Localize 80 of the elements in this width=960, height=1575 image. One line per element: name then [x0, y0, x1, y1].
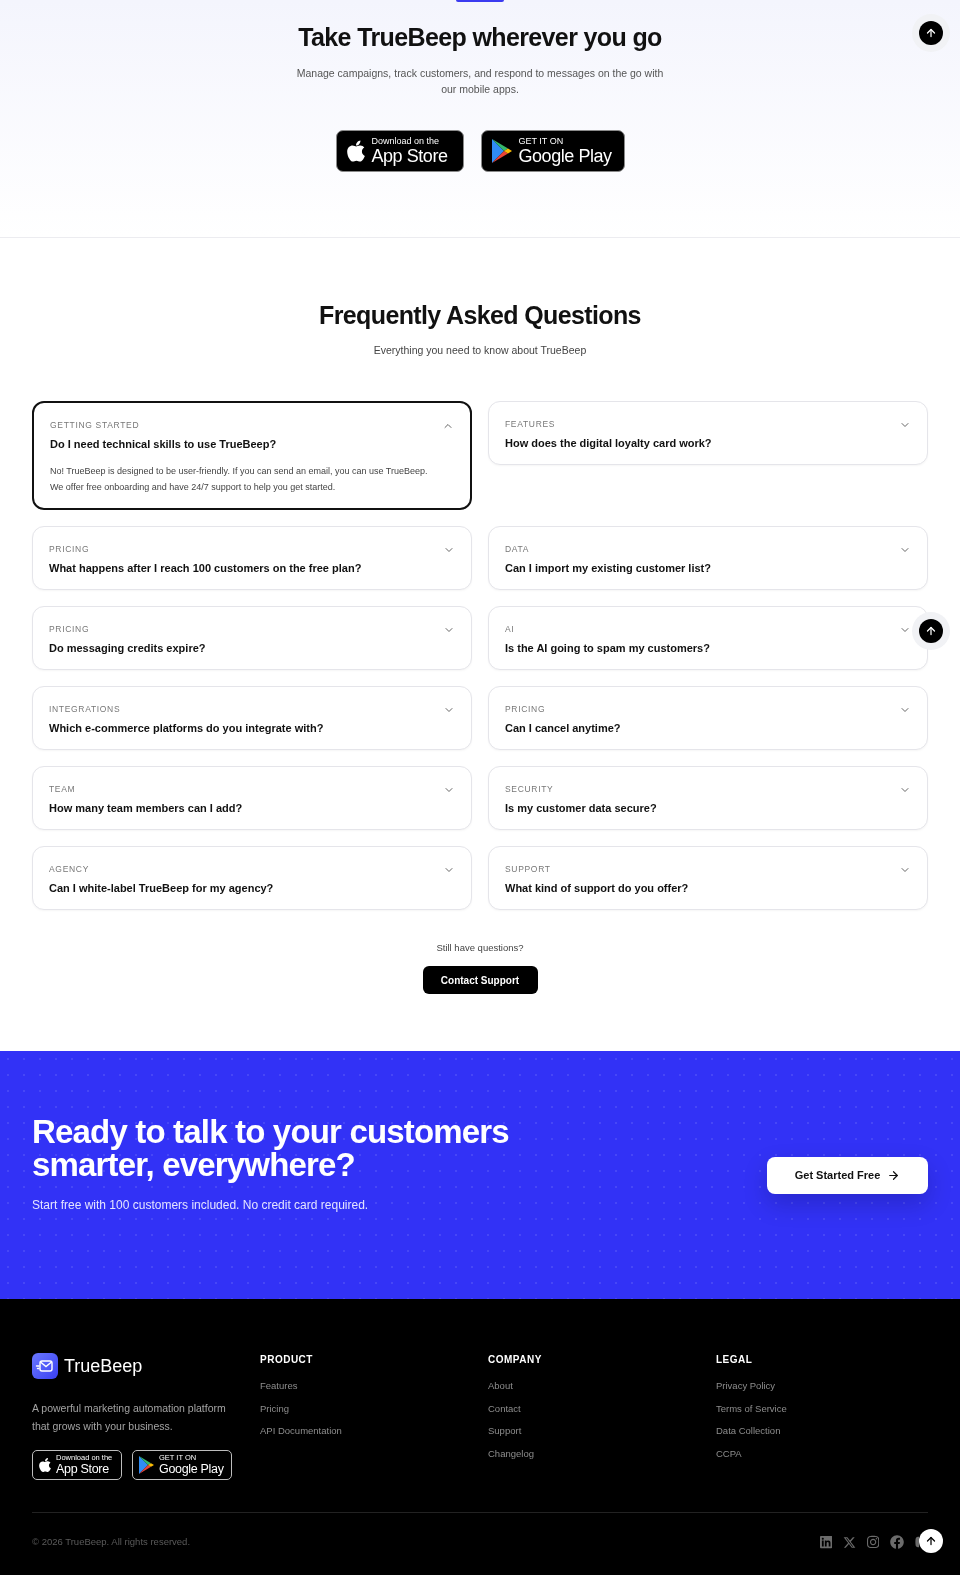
faq-question: Can I white-label TrueBeep for my agency?: [49, 881, 274, 896]
brand-name: TrueBeep: [64, 1355, 143, 1377]
social-icon[interactable]: [915, 1535, 919, 1549]
footer-heading: PRODUCT: [260, 1353, 314, 1367]
faq-card[interactable]: FEATURES How does the digital loyalty card work?: [488, 401, 928, 465]
footer-link[interactable]: CCPA: [716, 1446, 928, 1461]
faq-card[interactable]: [32, 401, 472, 510]
linkedin-icon[interactable]: [819, 1535, 832, 1549]
faq-question: Can I cancel anytime?: [505, 721, 621, 736]
faq-category: PRICING: [49, 623, 91, 635]
icon-tile-edge: [456, 0, 504, 2]
copyright: © 2026 TrueBeep. All rights reserved.: [32, 1535, 191, 1549]
footer-link[interactable]: API Documentation: [260, 1424, 488, 1438]
faq-question: Do I need technical skills to use TrueBeep?: [50, 437, 277, 452]
footer-heading: LEGAL: [716, 1353, 754, 1367]
faq-card[interactable]: DATA Can I import my existing customer list?: [488, 526, 928, 590]
faq-question: What kind of support do you offer?: [505, 881, 689, 896]
faq-card[interactable]: TEAM How many team members can I add?: [32, 766, 472, 830]
faq-question: How does the digital loyalty card work?: [505, 436, 712, 451]
section-title: Frequently Asked Questions: [319, 300, 641, 330]
apple-icon: [39, 1457, 51, 1473]
footer-link[interactable]: Pricing: [260, 1401, 488, 1416]
arrow-right-icon: [887, 1169, 901, 1182]
footer-link[interactable]: Data Collection: [716, 1424, 928, 1438]
section-subtitle: Manage campaigns, track customers, and respond to messages on the go with our mobile apps.: [295, 66, 665, 97]
google-play-icon: [139, 1456, 154, 1474]
faq-question: Do messaging credits expire?: [49, 641, 206, 656]
arrow-up-icon: [925, 27, 937, 39]
store-badge[interactable]: GET IT ON Google Play: [480, 130, 625, 172]
faq-category: INTEGRATIONS: [49, 703, 122, 715]
section-subtitle: Everything you need to know about TrueBeep: [373, 343, 587, 358]
support-prompt: Still have questions?: [436, 941, 524, 955]
faq-card[interactable]: PRICING What happens after I reach 100 customers on the free plan?: [32, 526, 472, 590]
facebook-icon[interactable]: [890, 1535, 904, 1549]
footer-link[interactable]: Support: [488, 1424, 716, 1438]
faq-question: Which e-commerce platforms do you integrate with?: [49, 721, 324, 736]
faq-answer: No! TrueBeep is designed to be user-friendly. If you can send an email, you can use TrueBeep. We offer free onboarding and have 24/7 support to help you get started.: [50, 465, 429, 494]
logo-icon: [32, 1353, 58, 1379]
faq-category: SECURITY: [505, 783, 555, 795]
faq-question: What happens after I reach 100 customers on the free plan?: [49, 561, 362, 576]
footer-link[interactable]: Privacy Policy: [716, 1379, 928, 1393]
faq-question: Is the AI going to spam my customers?: [505, 641, 710, 656]
faq-category: DATA: [505, 543, 531, 555]
contact-support-button[interactable]: Contact Support: [422, 966, 538, 994]
cta-subtitle: Start free with 100 customers included. No credit card required.: [32, 1197, 370, 1213]
faq-card[interactable]: AI Is the AI going to spam my customers?: [488, 606, 928, 670]
footer-heading: COMPANY: [488, 1353, 543, 1367]
faq-card[interactable]: SECURITY Is my customer data secure?: [488, 766, 928, 830]
arrow-up-icon: [925, 1535, 937, 1547]
cta-title: Ready to talk to your customers smarter, everywhere?: [32, 1115, 510, 1181]
faq-category: PRICING: [49, 543, 91, 555]
faq-question: Is my customer data secure?: [505, 801, 657, 816]
faq-category: SUPPORT: [505, 863, 552, 875]
x-icon[interactable]: [842, 1535, 856, 1549]
faq-card[interactable]: SUPPORT What kind of support do you offer?: [488, 846, 928, 910]
footer-link[interactable]: Contact: [488, 1401, 716, 1416]
faq-card[interactable]: PRICING Do messaging credits expire?: [32, 606, 472, 670]
footer-link[interactable]: Changelog: [488, 1446, 716, 1461]
apple-icon: [346, 139, 365, 163]
faq-card[interactable]: INTEGRATIONS Which e-commerce platforms do you integrate with?: [32, 686, 472, 750]
faq-card[interactable]: PRICING Can I cancel anytime?: [488, 686, 928, 750]
faq-category: AI: [505, 623, 516, 635]
section-title: Take TrueBeep wherever you go: [298, 22, 662, 52]
google-play-icon: [491, 139, 512, 163]
faq-category: AGENCY: [49, 863, 90, 875]
faq-category: GETTING STARTED: [50, 419, 141, 431]
footer-description: A powerful marketing automation platform that grows with your business.: [32, 1401, 227, 1434]
faq-category: TEAM: [49, 783, 77, 795]
footer-link[interactable]: Features: [260, 1379, 488, 1393]
faq-card[interactable]: AGENCY Can I white-label TrueBeep for my agency?: [32, 846, 472, 910]
faq-category: PRICING: [505, 703, 547, 715]
footer-link[interactable]: Terms of Service: [716, 1401, 928, 1416]
footer-link[interactable]: About: [488, 1379, 716, 1393]
get-started-button[interactable]: Get Started Free: [767, 1157, 928, 1194]
arrow-up-icon: [925, 625, 937, 637]
faq-question: Can I import my existing customer list?: [505, 561, 711, 576]
store-badge[interactable]: Download on the App Store: [335, 130, 464, 172]
faq-question: How many team members can I add?: [49, 801, 243, 816]
instagram-icon[interactable]: [866, 1535, 879, 1549]
faq-category: FEATURES: [505, 418, 557, 430]
